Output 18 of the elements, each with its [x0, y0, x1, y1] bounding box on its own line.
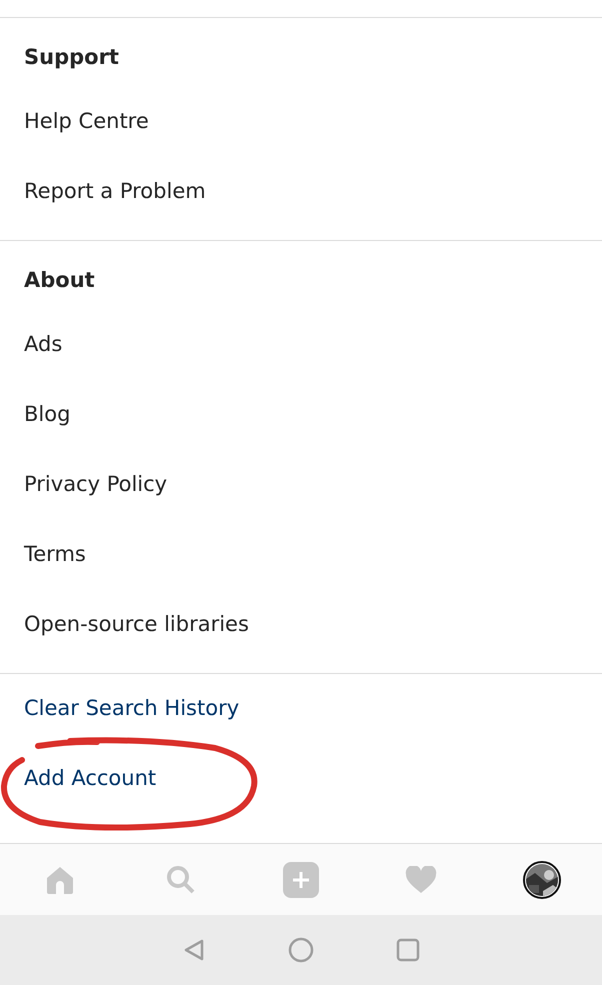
home-button-icon[interactable] [288, 937, 314, 963]
action-link[interactable]: Clear Search History [24, 693, 240, 725]
menu-item[interactable]: Report a Problem [24, 176, 206, 208]
profile-avatar[interactable] [522, 860, 561, 898]
menu-item[interactable]: Ads [24, 329, 62, 361]
search-icon[interactable] [166, 864, 196, 894]
back-icon[interactable] [182, 938, 206, 962]
menu-item[interactable]: Help Centre [24, 106, 149, 138]
menu-item[interactable]: Open-source libraries [24, 609, 249, 641]
heart-icon[interactable] [405, 866, 438, 894]
menu-item[interactable]: Privacy Policy [24, 469, 168, 501]
add-icon[interactable] [283, 862, 320, 898]
section-heading: Support [24, 44, 119, 72]
section-heading: About [24, 267, 95, 294]
menu-item[interactable]: Blog [24, 399, 70, 431]
menu-item[interactable]: Terms [24, 539, 86, 571]
action-link[interactable]: Add Account [24, 763, 156, 795]
recents-icon[interactable] [396, 938, 420, 962]
